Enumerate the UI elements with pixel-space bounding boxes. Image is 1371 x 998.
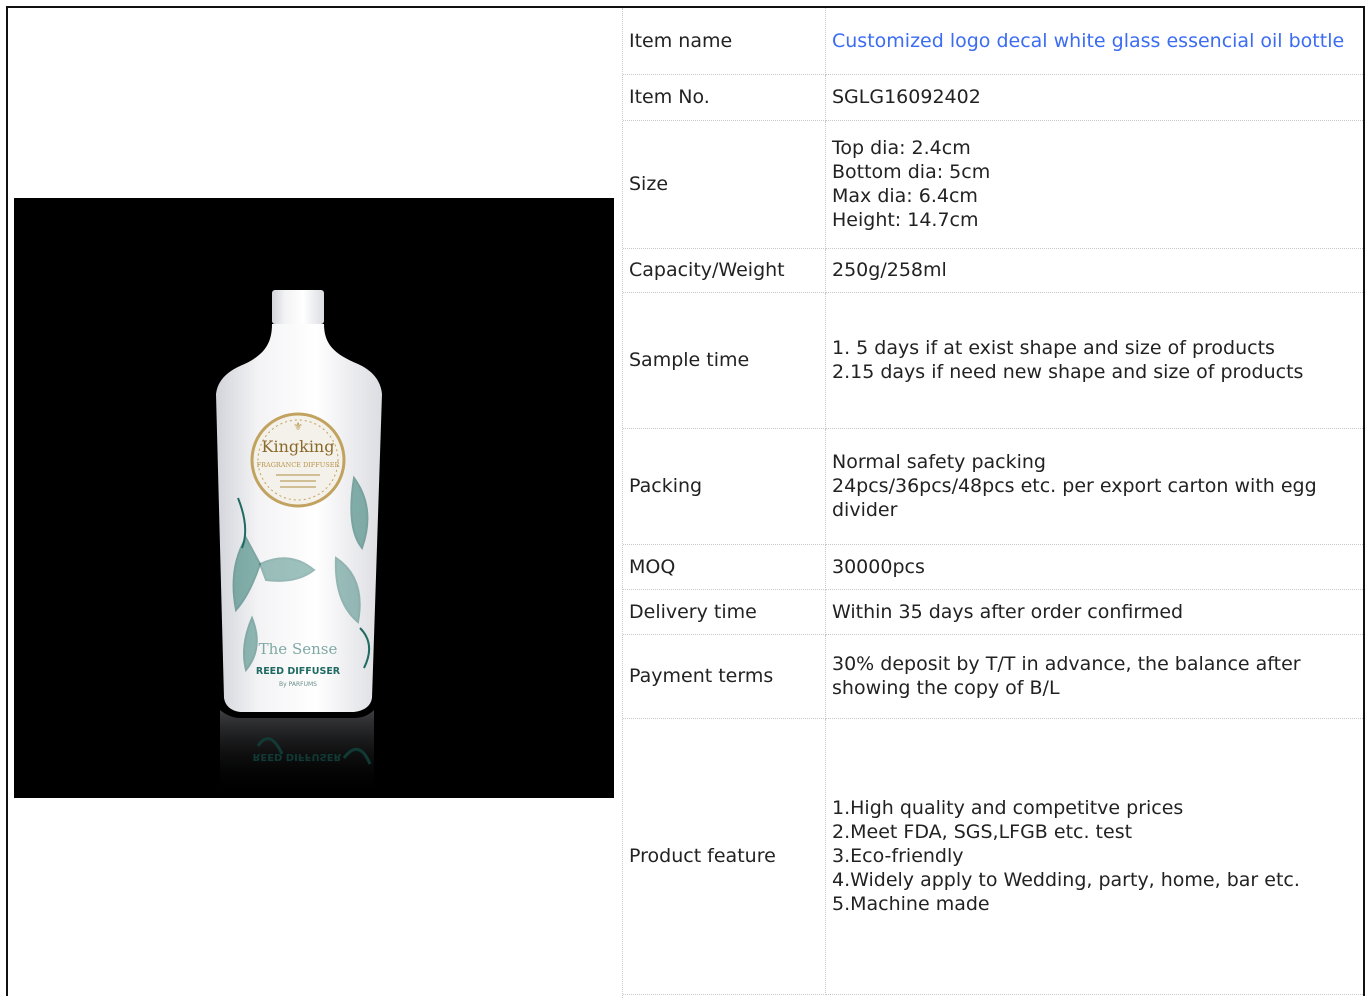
spec-value: Within 35 days after order confirmed — [825, 589, 1363, 635]
spec-row: Delivery time Within 35 days after order… — [623, 589, 1363, 635]
spec-table: Item name Customized logo decal white gl… — [623, 8, 1363, 995]
spec-value: 30000pcs — [825, 544, 1363, 590]
spec-label: Delivery time — [623, 589, 826, 635]
spec-label: Sample time — [623, 292, 826, 429]
spec-row: Packing Normal safety packing 24pcs/36pc… — [623, 428, 1363, 545]
spec-label: Capacity/Weight — [623, 248, 826, 293]
label-desc-lines — [276, 474, 320, 476]
label-sub: FRAGRANCE DIFFUSER — [257, 461, 341, 469]
label-by: By PARFUMS — [279, 681, 317, 688]
bottle-reflection: REED DIFFUSER — [220, 710, 374, 798]
spec-row: MOQ 30000pcs — [623, 544, 1363, 590]
label-brand: Kingking — [262, 437, 335, 456]
spec-row: Capacity/Weight 250g/258ml — [623, 248, 1363, 293]
spec-row: Item No. SGLG16092402 — [623, 74, 1363, 121]
spec-row: Product feature 1.High quality and compe… — [623, 718, 1363, 995]
spec-value: Top dia: 2.4cm Bottom dia: 5cm Max dia: … — [825, 120, 1363, 249]
label-script: The Sense — [259, 640, 338, 658]
spec-row: Payment terms 30% deposit by T/T in adva… — [623, 634, 1363, 719]
spec-value: 1. 5 days if at exist shape and size of … — [825, 292, 1363, 429]
spec-label: Item name — [623, 8, 826, 75]
spec-value: SGLG16092402 — [825, 74, 1363, 121]
spec-row: Sample time 1. 5 days if at exist shape … — [623, 292, 1363, 429]
spec-value: 250g/258ml — [825, 248, 1363, 293]
spec-label: Product feature — [623, 718, 826, 995]
svg-text:⚜: ⚜ — [293, 420, 303, 433]
spec-row: Size Top dia: 2.4cm Bottom dia: 5cm Max … — [623, 120, 1363, 249]
spec-label: MOQ — [623, 544, 826, 590]
spec-row: Item name Customized logo decal white gl… — [623, 8, 1363, 75]
product-photo: REED DIFFUSER ⚜ Kingking FRAGRANCE DIFFU… — [14, 198, 614, 798]
bottle-illustration: REED DIFFUSER ⚜ Kingking FRAGRANCE DIFFU… — [14, 198, 614, 798]
spec-value: 30% deposit by T/T in advance, the balan… — [825, 634, 1363, 719]
reflection-reed-text: REED DIFFUSER — [253, 751, 342, 762]
label-reed: REED DIFFUSER — [256, 666, 341, 677]
spec-label: Item No. — [623, 74, 826, 121]
spec-label: Size — [623, 120, 826, 249]
spec-value: Normal safety packing 24pcs/36pcs/48pcs … — [825, 428, 1363, 545]
spec-label: Packing — [623, 428, 826, 545]
spec-value: 1.High quality and competitve prices 2.M… — [825, 718, 1363, 995]
item-name-link[interactable]: Customized logo decal white glass essenc… — [825, 8, 1363, 75]
spec-label: Payment terms — [623, 634, 826, 719]
